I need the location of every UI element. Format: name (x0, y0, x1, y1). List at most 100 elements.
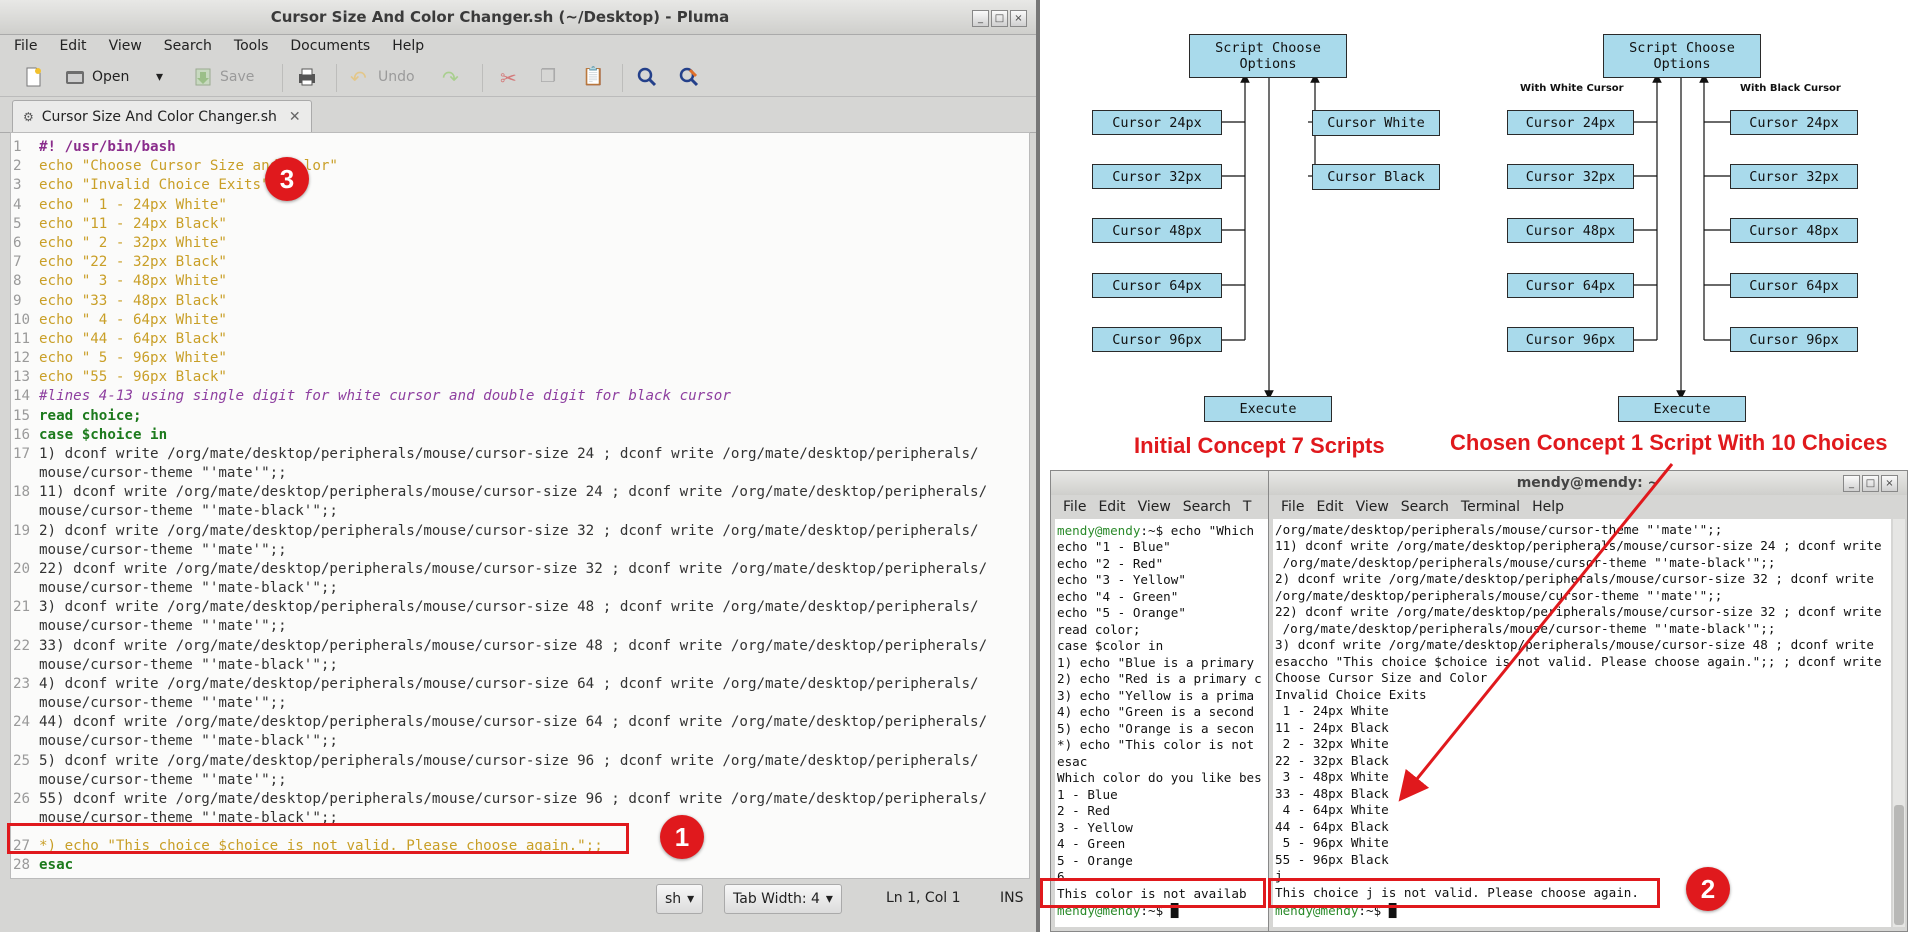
terminal-titlebar[interactable] (1051, 471, 1271, 495)
line-number: 25 (13, 753, 31, 769)
terminal-output[interactable]: /org/mate/desktop/peripherals/mouse/curs… (1273, 519, 1891, 927)
new-button[interactable] (22, 64, 44, 90)
terminal-line: echo "1 - Blue" (1057, 539, 1171, 554)
menu-help[interactable]: Help (378, 34, 432, 58)
terminal-line: 44 - 64px Black (1275, 819, 1389, 834)
language-selector[interactable]: sh ▾ (656, 884, 704, 914)
print-button[interactable] (296, 64, 318, 90)
script-file-icon: ⚙ (23, 110, 34, 124)
menu-terminal[interactable]: T (1231, 497, 1252, 519)
script-choose-box: Script Choose Options (1603, 34, 1761, 78)
insert-mode: INS (1000, 890, 1024, 906)
cursor-size-box: Cursor 48px (1092, 218, 1222, 243)
window-controls: _ □ × (972, 10, 1027, 27)
menu-view[interactable]: View (1126, 497, 1171, 519)
line-number: 4 (13, 197, 22, 213)
terminal-menubar: File Edit View Search Terminal Help (1269, 497, 1907, 519)
code-line: 4) dconf write /org/mate/desktop/periphe… (39, 676, 979, 692)
cursor-size-box: Cursor 32px (1507, 164, 1634, 189)
prompt-line: mendy@mendy:~$ echo "Which (1057, 523, 1254, 538)
menu-edit[interactable]: Edit (1086, 497, 1125, 519)
redo-button[interactable]: ↷ (442, 64, 464, 90)
caption-chosen-concept: Chosen Concept 1 Script With 10 Choices (1450, 430, 1888, 455)
cursor-color-box: Cursor White (1312, 110, 1440, 136)
close-button[interactable]: × (1010, 10, 1027, 27)
code-line: 1) dconf write /org/mate/desktop/periphe… (39, 446, 979, 462)
menu-file[interactable]: File (0, 34, 45, 58)
cursor-size-box: Cursor 64px (1730, 273, 1858, 298)
line-number: 8 (13, 273, 22, 289)
line-number: 1 (13, 139, 22, 155)
open-button[interactable]: Open (64, 64, 129, 90)
find-replace-button[interactable] (678, 64, 700, 90)
code-line: echo " 1 - 24px White" (39, 197, 227, 213)
terminal-output[interactable]: mendy@mendy:~$ echo "Which echo "1 - Blu… (1055, 519, 1269, 927)
highlight-box-left-terminal (1040, 878, 1266, 908)
menu-view[interactable]: View (1344, 497, 1389, 519)
save-icon (195, 68, 211, 86)
line-number: 6 (13, 235, 22, 251)
code-line: 22) dconf write /org/mate/desktop/periph… (39, 561, 988, 577)
concept-diagrams: Script Choose Options Cursor 24px Cursor… (1044, 0, 1920, 462)
prompt-command: :~$ echo "Which (1140, 523, 1255, 538)
close-tab-icon[interactable]: ✕ (289, 109, 301, 125)
maximize-button[interactable]: □ (1862, 475, 1879, 492)
menu-edit[interactable]: Edit (1304, 497, 1343, 519)
terminal-window-right: mendy@mendy: ~ _ □ × File Edit View Sear… (1268, 470, 1908, 932)
terminal-line: esaccho "This choice $choice is not vali… (1275, 654, 1882, 669)
undo-button[interactable]: ↶ Undo (350, 64, 415, 90)
save-button[interactable]: Save (192, 64, 254, 90)
menu-search[interactable]: Search (1389, 497, 1449, 519)
line-number: 12 (13, 350, 31, 366)
line-number: 20 (13, 561, 31, 577)
code-line: esac (39, 857, 74, 873)
toolbar-separator (622, 64, 623, 92)
line-number: 13 (13, 369, 31, 385)
terminal-line: 1 - 24px White (1275, 703, 1389, 718)
menu-file[interactable]: File (1269, 497, 1304, 519)
menu-help[interactable]: Help (1520, 497, 1564, 519)
paste-button[interactable]: 📋 (582, 64, 604, 90)
code-line-wrap: mouse/cursor-theme "'mate-black'";; (39, 733, 338, 749)
open-dropdown[interactable]: ▾ (156, 64, 163, 90)
menu-view[interactable]: View (95, 34, 150, 58)
undo-icon: ↶ (350, 66, 367, 90)
terminal-titlebar[interactable]: mendy@mendy: ~ (1269, 471, 1907, 495)
menu-tools[interactable]: Tools (220, 34, 277, 58)
minimize-button[interactable]: _ (972, 10, 989, 27)
line-number: 2 (13, 158, 22, 174)
document-tabs: ⚙ Cursor Size And Color Changer.sh ✕ (0, 96, 1036, 133)
menu-search[interactable]: Search (150, 34, 220, 58)
terminal-line: 4 - 64px White (1275, 802, 1389, 817)
menu-search[interactable]: Search (1171, 497, 1231, 519)
menu-terminal[interactable]: Terminal (1449, 497, 1520, 519)
terminal-line: *) echo "This color is not (1057, 737, 1255, 752)
find-button[interactable] (636, 64, 658, 90)
terminal-line: 22 - 32px Black (1275, 753, 1389, 768)
minimize-button[interactable]: _ (1843, 475, 1860, 492)
terminal-line: /org/mate/desktop/peripherals/mouse/curs… (1275, 588, 1723, 603)
menu-edit[interactable]: Edit (45, 34, 94, 58)
line-number: 28 (13, 857, 31, 873)
editor-titlebar[interactable]: Cursor Size And Color Changer.sh (~/Desk… (0, 0, 1036, 35)
maximize-button[interactable]: □ (991, 10, 1008, 27)
copy-button[interactable]: ❐ (540, 64, 562, 90)
tab-width-selector[interactable]: Tab Width: 4 ▾ (724, 884, 842, 914)
cursor-size-box: Cursor 24px (1730, 110, 1858, 135)
document-tab[interactable]: ⚙ Cursor Size And Color Changer.sh ✕ (12, 100, 312, 133)
annotation-badge-2: 2 (1686, 867, 1730, 911)
menu-file[interactable]: File (1051, 497, 1086, 519)
close-button[interactable]: × (1881, 475, 1898, 492)
code-line-wrap: mouse/cursor-theme "'mate-black'";; (39, 503, 338, 519)
undo-label: Undo (378, 69, 415, 85)
scrollbar-thumb[interactable] (1894, 805, 1904, 925)
open-label: Open (92, 69, 130, 85)
code-line-wrap: mouse/cursor-theme "'mate'";; (39, 772, 287, 788)
terminal-scrollbar[interactable] (1893, 519, 1905, 927)
menu-documents[interactable]: Documents (276, 34, 378, 58)
with-black-label: With Black Cursor (1740, 83, 1841, 94)
cut-button[interactable]: ✂ (500, 64, 522, 90)
terminal-line: 3 - Yellow (1057, 820, 1133, 835)
cursor-size-box: Cursor 96px (1507, 327, 1634, 352)
text-editor-area[interactable]: 1 #! /usr/bin/bash 2 echo "Choose Cursor… (10, 132, 1030, 879)
